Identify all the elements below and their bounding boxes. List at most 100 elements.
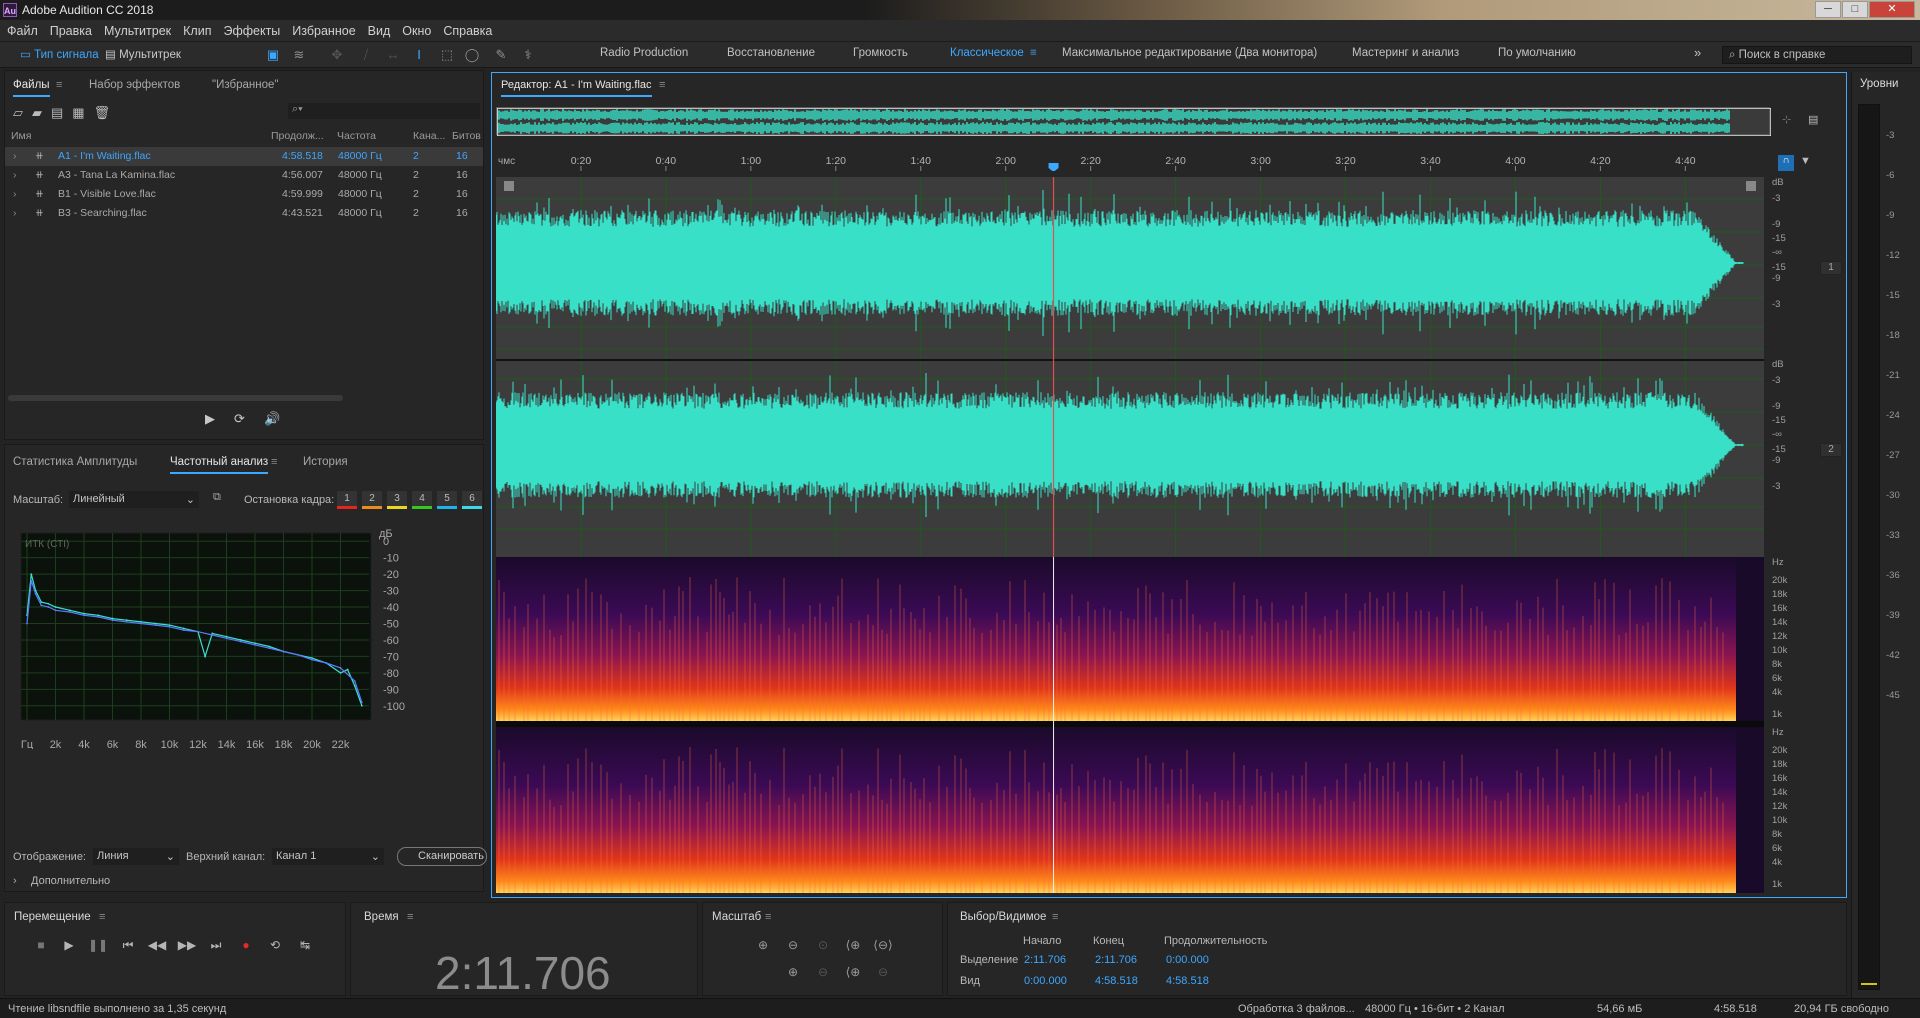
scale-select[interactable]: Линейный ⌄: [69, 491, 199, 508]
zoom-out-right-icon[interactable]: ⊖: [871, 965, 895, 983]
pause-icon[interactable]: ❚❚: [86, 936, 110, 954]
zoom-in-right-icon[interactable]: ⟨⊕: [841, 965, 865, 983]
auto-play-icon[interactable]: 🔊: [264, 411, 280, 427]
col-channels[interactable]: Кана...: [413, 130, 445, 142]
workspace-restoration[interactable]: Восстановление: [727, 47, 815, 59]
expand-icon[interactable]: ›: [13, 150, 17, 162]
panel-menu-icon[interactable]: ≡: [1052, 911, 1058, 923]
channel-1-badge[interactable]: 1: [1820, 261, 1842, 275]
skip-selection-icon[interactable]: ↹: [293, 936, 317, 954]
col-name[interactable]: Имя: [11, 130, 31, 142]
tab-files-menu-icon[interactable]: ≡: [56, 79, 62, 91]
snap-icon[interactable]: ∩: [1778, 155, 1794, 171]
record-icon[interactable]: ●: [234, 936, 258, 954]
freeze-slot-1[interactable]: 1: [337, 491, 357, 509]
preview-loop-icon[interactable]: ⟳: [234, 411, 245, 427]
zoom-in-time-icon[interactable]: ⟨⊕: [841, 938, 865, 956]
marquee-tool-icon[interactable]: ⬚: [438, 46, 456, 64]
editor-menu-icon[interactable]: ≡: [659, 79, 665, 91]
panel-menu-icon[interactable]: ≡: [407, 911, 413, 923]
brush-tool-icon[interactable]: ✎: [492, 46, 510, 64]
stop-icon[interactable]: ■: [29, 936, 53, 954]
waveform-view[interactable]: [495, 177, 1764, 615]
healing-tool-icon[interactable]: ⚕: [519, 46, 537, 64]
play-icon[interactable]: ▶: [57, 936, 81, 954]
panel-menu-icon[interactable]: ≡: [765, 911, 771, 923]
time-selection-tool-icon[interactable]: I: [410, 46, 428, 64]
new-file-icon[interactable]: ▤: [51, 105, 72, 120]
menu-favorites[interactable]: Избранное: [286, 20, 361, 42]
zoom-to-selection-icon[interactable]: ⊙: [811, 938, 835, 956]
freeze-slot-6[interactable]: 6: [462, 491, 482, 509]
menu-window[interactable]: Окно: [396, 20, 437, 42]
tab-files[interactable]: Файлы: [13, 79, 50, 97]
spectral-pitch-icon[interactable]: ≋: [290, 46, 308, 64]
files-search-input[interactable]: ⌕▾: [288, 103, 480, 119]
panel-menu-icon[interactable]: ≡: [271, 456, 277, 468]
menu-help[interactable]: Справка: [437, 20, 498, 42]
scan-button[interactable]: Сканировать: [397, 847, 487, 866]
files-scrollbar[interactable]: [8, 395, 343, 401]
menu-clip[interactable]: Клип: [177, 20, 217, 42]
skip-back-icon[interactable]: ⏮: [116, 936, 140, 954]
freeze-slot-5[interactable]: 5: [437, 491, 457, 509]
close-button[interactable]: ✕: [1869, 1, 1915, 18]
channel-2-badge[interactable]: 2: [1820, 443, 1842, 457]
advanced-toggle[interactable]: Дополнительно: [31, 875, 110, 887]
overview-navigator[interactable]: [496, 107, 1772, 137]
menu-multitrack[interactable]: Мультитрек: [98, 20, 177, 42]
workspace-loudness[interactable]: Громкость: [853, 47, 908, 59]
tab-amplitude-stats[interactable]: Статистика Амплитуды: [13, 456, 137, 468]
more-workspaces-button[interactable]: »: [1694, 45, 1701, 60]
tab-favorites[interactable]: "Избранное": [212, 79, 278, 91]
fast-forward-icon[interactable]: ▶▶: [175, 936, 199, 954]
spectral-display-icon[interactable]: ▣: [264, 46, 282, 64]
open-folder-icon[interactable]: ▱: [13, 105, 32, 120]
expand-icon[interactable]: ›: [13, 207, 17, 219]
file-row[interactable]: › ⧺ A1 - I'm Waiting.flac 4:58.518 48000 …: [5, 147, 483, 166]
spectral-view[interactable]: [496, 557, 1764, 893]
rewind-icon[interactable]: ◀◀: [145, 936, 169, 954]
delete-icon[interactable]: 🗑: [94, 105, 120, 120]
col-bits[interactable]: Битов: [452, 130, 481, 142]
freeze-slot-2[interactable]: 2: [362, 491, 382, 509]
col-rate[interactable]: Частота: [337, 130, 376, 142]
chevron-right-icon[interactable]: ›: [13, 875, 17, 887]
menu-effects[interactable]: Эффекты: [217, 20, 286, 42]
tab-history[interactable]: История: [303, 456, 348, 468]
zoom-to-selection-icon[interactable]: ⊹: [1782, 113, 1791, 126]
insert-icon[interactable]: ▦: [72, 105, 93, 120]
pan-window-icon[interactable]: ⧉: [213, 491, 221, 504]
tab-frequency-analysis[interactable]: Частотный анализ: [170, 456, 268, 474]
slip-tool-icon[interactable]: ↔: [384, 46, 402, 64]
tab-effects-rack[interactable]: Набор эффектов: [89, 79, 180, 91]
zoom-out-amplitude-icon[interactable]: ⊖: [781, 938, 805, 956]
display-select[interactable]: Линия ⌄: [93, 848, 179, 865]
col-duration[interactable]: Продолж...: [271, 130, 324, 142]
file-row[interactable]: › ⧺ B3 - Searching.flac 4:43.521 48000 Гц…: [5, 204, 483, 223]
zoom-in-amplitude-icon[interactable]: ⊕: [751, 938, 775, 956]
zoom-out-left-icon[interactable]: ⊖: [811, 965, 835, 983]
menu-edit[interactable]: Правка: [44, 20, 98, 42]
menu-view[interactable]: Вид: [362, 20, 397, 42]
lasso-tool-icon[interactable]: ◯: [463, 46, 481, 64]
view-duration[interactable]: 4:58.518: [1166, 975, 1209, 987]
loop-icon[interactable]: ⟲: [263, 936, 287, 954]
top-channel-select[interactable]: Канал 1 ⌄: [272, 848, 384, 865]
view-start[interactable]: 0:00.000: [1024, 975, 1067, 987]
display-options-icon[interactable]: ▤: [1808, 113, 1818, 126]
file-row[interactable]: › ⧺ A3 - Tana La Kamina.flac 4:56.007 480…: [5, 166, 483, 185]
waveform-view-button[interactable]: ▭ Тип сигнала: [20, 46, 99, 64]
panel-menu-icon[interactable]: ≡: [99, 911, 105, 923]
file-row[interactable]: › ⧺ B1 - Visible Love.flac 4:59.999 48000…: [5, 185, 483, 204]
freeze-slot-3[interactable]: 3: [387, 491, 407, 509]
preview-play-icon[interactable]: ▶: [205, 411, 215, 427]
time-ruler[interactable]: чмс 0:20 0:40 1:00 1:20 1:40 2:00 2:20 2:40 3:00 3…: [496, 153, 1766, 172]
view-end[interactable]: 4:58.518: [1095, 975, 1138, 987]
workspace-radio-production[interactable]: Radio Production: [600, 47, 688, 59]
workspace-classic[interactable]: Классическое: [950, 47, 1024, 59]
workspace-default[interactable]: По умолчанию: [1498, 47, 1576, 59]
selection-duration[interactable]: 0:00.000: [1166, 954, 1209, 966]
expand-icon[interactable]: ›: [13, 188, 17, 200]
selection-end[interactable]: 2:11.706: [1095, 954, 1137, 966]
